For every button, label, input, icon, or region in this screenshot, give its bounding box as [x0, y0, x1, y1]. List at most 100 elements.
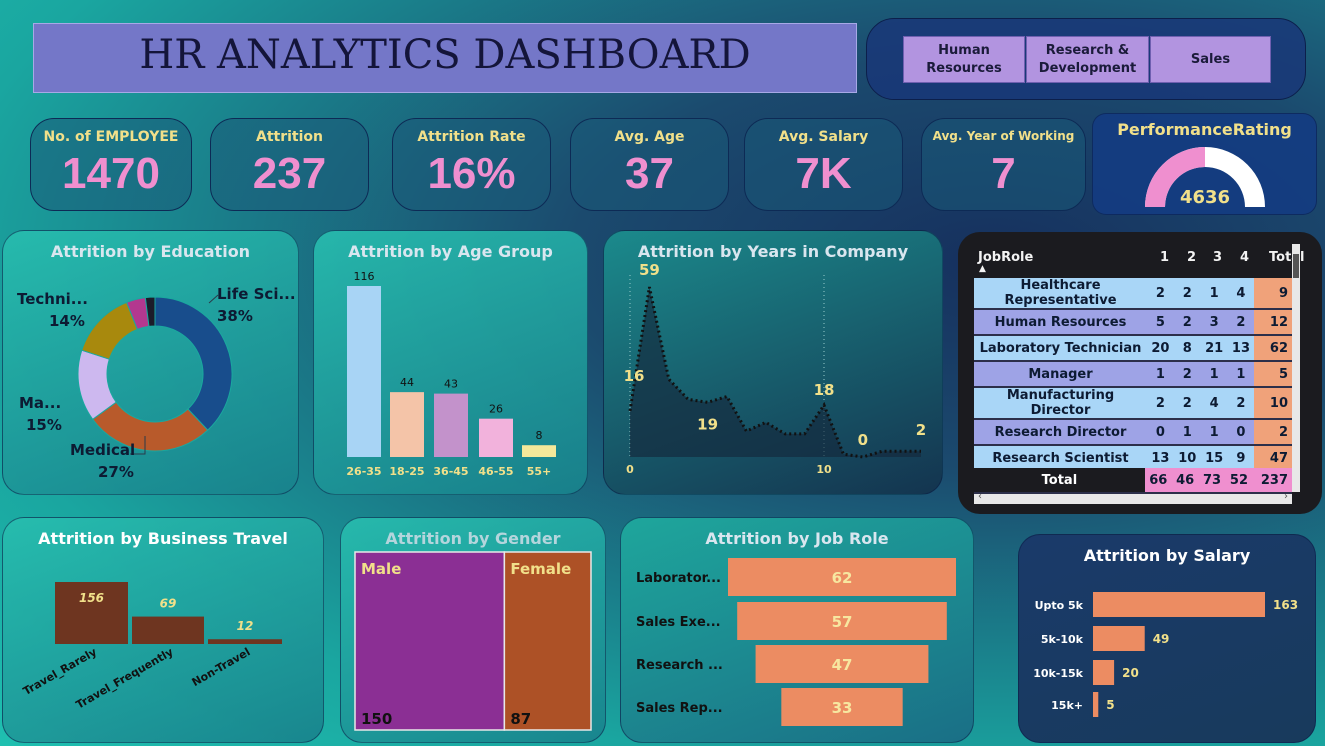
total-label: Total — [974, 468, 1145, 494]
edu-pct: 15% — [26, 416, 62, 434]
vertical-scrollbar[interactable] — [1292, 244, 1300, 492]
salary-panel: Attrition by Salary 163 Upto 5k 49 5k-10k 20… — [1018, 534, 1316, 743]
age-category: 18-25 — [389, 465, 424, 478]
matrix-row-label: Laboratory Technician — [974, 335, 1147, 362]
gauge-value: 4636 — [1180, 187, 1230, 208]
matrix-cell: 4 — [1227, 278, 1255, 310]
matrix-row[interactable]: Laboratory Technician 20 8 21 13 62 — [974, 335, 1292, 362]
years-area — [630, 287, 921, 457]
gender-panel: Attrition by Gender Male Female 150 87 — [340, 517, 606, 743]
age-category: 26-35 — [346, 465, 381, 478]
travel-value: 69 — [160, 597, 177, 611]
travel-chart: 156Travel_Rarely69Travel_Frequently12Non… — [21, 582, 282, 712]
matrix-col-1: 1 — [1160, 250, 1170, 265]
matrix-cell: 2 — [1227, 387, 1255, 420]
matrix-row[interactable]: Human Resources 5 2 3 2 12 — [974, 309, 1292, 336]
age-category: 36-45 — [433, 465, 468, 478]
horizontal-scrollbar[interactable]: ‹ › — [974, 491, 1292, 504]
years-tick: 0 — [626, 463, 634, 476]
matrix-cell: 8 — [1173, 335, 1201, 362]
age-bar-label: 26 — [489, 403, 503, 416]
salary-bar — [1093, 626, 1145, 651]
matrix-col-jobrole[interactable]: JobRole — [978, 250, 1033, 265]
scroll-left-icon[interactable]: ‹ — [978, 491, 982, 502]
age-bar — [434, 393, 468, 457]
slicer-sales[interactable]: Sales — [1150, 36, 1271, 83]
years-data-label: 18 — [814, 381, 835, 399]
matrix-cell: 1 — [1200, 419, 1228, 446]
matrix-body[interactable]: Healthcare Representative 2 2 1 4 9 Human Reso… — [974, 278, 1292, 468]
kpi-label: No. of EMPLOYEE — [43, 129, 179, 145]
edu-label: Ma... — [19, 394, 61, 412]
travel-category: Non-Travel — [190, 645, 253, 689]
matrix-cell: 5 — [1147, 309, 1174, 336]
kpi-value: 1470 — [62, 149, 160, 198]
matrix-row[interactable]: Manager 1 2 1 1 5 — [974, 361, 1292, 388]
matrix-row[interactable]: Manufacturing Director 2 2 4 2 10 — [974, 387, 1292, 420]
years-panel: Attrition by Years in Company 16 59 19 18 0 2… — [603, 230, 943, 495]
kpi-attrition: Attrition 237 — [210, 118, 369, 211]
education-slice — [81, 301, 138, 360]
kpi-employees: No. of EMPLOYEE 1470 — [30, 118, 192, 211]
years-data-label: 19 — [697, 415, 718, 433]
travel-panel: Attrition by Business Travel 156 Travel_R… — [2, 517, 324, 743]
kpi-value: 237 — [252, 149, 327, 198]
page-title: HR ANALYTICS DASHBOARD — [139, 32, 751, 78]
kpi-attrition-rate: Attrition Rate 16% — [392, 118, 551, 211]
travel-category: Travel_Rarely — [21, 645, 99, 698]
jobrole-category: Sales Rep... — [636, 701, 723, 716]
sort-arrow-icon[interactable]: ▲ — [979, 264, 986, 274]
title-banner: HR ANALYTICS DASHBOARD — [33, 23, 857, 93]
kpi-value: 16% — [427, 149, 516, 198]
matrix-cell: 0 — [1227, 419, 1255, 446]
matrix-table: Healthcare Representative 2 2 1 4 9 Human Reso… — [974, 278, 1292, 468]
edu-pct: 14% — [49, 312, 85, 330]
matrix-header: JobRole ▲ 1 2 3 4 Total — [974, 244, 1305, 274]
matrix-cell: 1 — [1200, 278, 1228, 310]
matrix-row-label: Manufacturing Director — [974, 387, 1147, 420]
years-data-label: 59 — [639, 261, 660, 279]
total-cell: 73 — [1198, 468, 1226, 494]
slicer-human-resources[interactable]: Human Resources — [903, 36, 1025, 83]
edu-label: Medical — [70, 441, 135, 459]
matrix-row-total: 10 — [1254, 387, 1292, 420]
age-bar — [522, 445, 556, 457]
matrix-cell: 2 — [1147, 387, 1174, 420]
matrix-cell: 2 — [1173, 309, 1201, 336]
matrix-cell: 1 — [1147, 361, 1174, 388]
jobrole-matrix-panel: JobRole ▲ 1 2 3 4 Total Healthcare Repre… — [958, 232, 1322, 514]
edu-label: Life Sci... — [217, 285, 296, 303]
kpi-label: Attrition Rate — [417, 129, 526, 145]
age-category: 55+ — [527, 465, 552, 478]
matrix-row-total: 9 — [1254, 278, 1292, 310]
kpi-avg-salary: Avg. Salary 7K — [744, 118, 903, 211]
matrix-cell: 2 — [1173, 361, 1201, 388]
total-cell: 46 — [1171, 468, 1199, 494]
matrix-row-total: 12 — [1254, 309, 1292, 336]
matrix-row[interactable]: Healthcare Representative 2 2 1 4 9 — [974, 278, 1292, 310]
slicer-research-development[interactable]: Research & Development — [1026, 36, 1149, 83]
edu-label: Techni... — [17, 290, 88, 308]
age-bar — [390, 392, 424, 457]
scroll-thumb[interactable] — [1293, 254, 1299, 278]
salary-bar — [1093, 660, 1115, 685]
education-chart: Life Sci... 38% Medical 27% Ma... 15% Te… — [17, 285, 296, 481]
matrix-cell: 2 — [1147, 278, 1174, 310]
matrix-row-total: 2 — [1254, 419, 1292, 446]
salary-value: 163 — [1273, 598, 1298, 612]
matrix-cell: 10 — [1173, 445, 1201, 468]
jobrole-chart: 62 Laborator... 57 Sales Exe... 47 Research .… — [636, 558, 956, 726]
salary-value: 20 — [1122, 666, 1139, 680]
jobrole-category: Laborator... — [636, 571, 721, 586]
gender-tile-male — [354, 551, 506, 731]
matrix-cell: 13 — [1147, 445, 1174, 468]
matrix-row[interactable]: Research Scientist 13 10 15 9 47 — [974, 445, 1292, 468]
total-cell: 66 — [1144, 468, 1172, 494]
matrix-row-total: 62 — [1254, 335, 1292, 362]
matrix-row[interactable]: Research Director 0 1 1 0 2 — [974, 419, 1292, 446]
scroll-right-icon[interactable]: › — [1284, 491, 1288, 502]
matrix-row-total: 47 — [1254, 445, 1292, 468]
kpi-value: 37 — [625, 149, 674, 198]
jobrole-value: 57 — [832, 613, 853, 631]
jobrole-category: Research ... — [636, 658, 723, 673]
